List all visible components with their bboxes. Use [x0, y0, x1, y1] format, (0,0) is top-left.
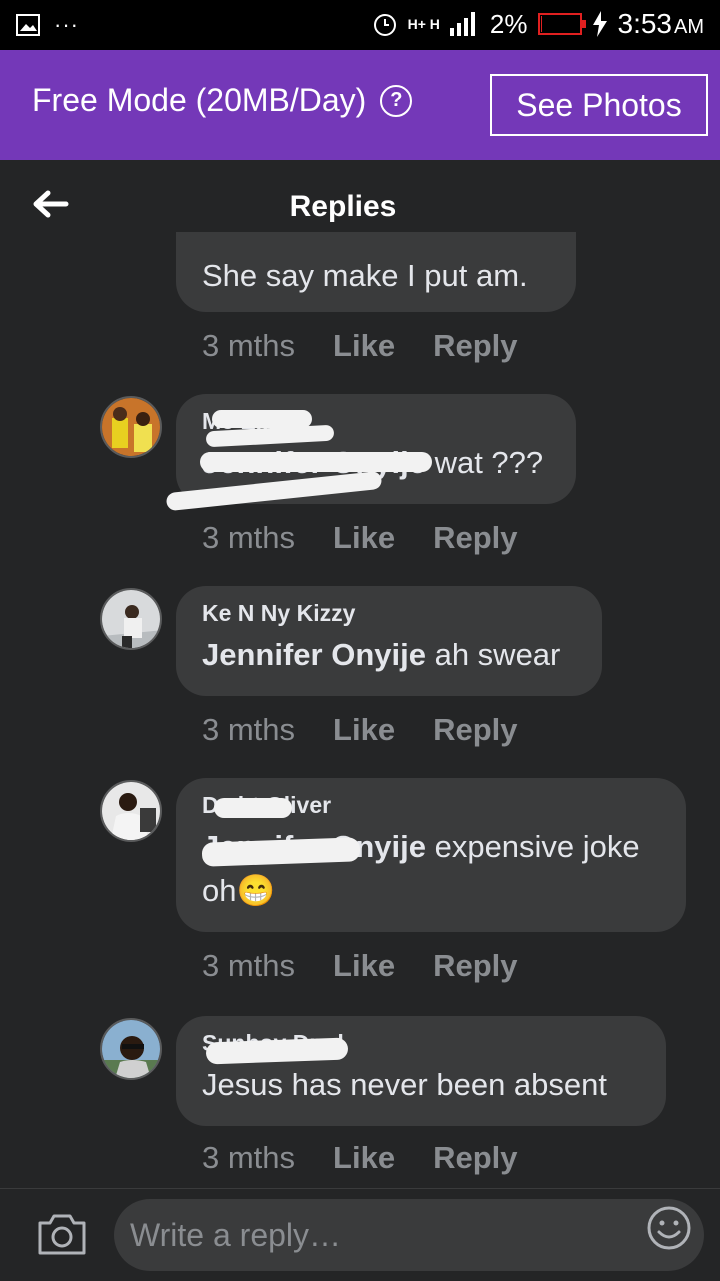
reply-composer: Write a reply… [0, 1188, 720, 1281]
page-title: Replies [289, 190, 397, 223]
battery-percent: 2% [489, 8, 528, 39]
more-icon: ··· [54, 12, 79, 37]
reply-placeholder: Write a reply… [130, 1216, 342, 1253]
see-photos-button[interactable]: See Photos [490, 74, 708, 136]
comment-actions: 3 mths Like Reply [202, 948, 517, 984]
comment-bubble[interactable]: Ke N Ny Kizzy Jennifer Onyije ah swear [176, 586, 602, 696]
redaction-scribble [200, 452, 432, 472]
redaction-scribble [212, 410, 312, 428]
alarm-icon [373, 14, 396, 36]
like-button[interactable]: Like [333, 520, 395, 556]
charging-icon [592, 11, 607, 37]
comment-text: She say make I put am. [202, 258, 528, 293]
comment-time: 3 mths [202, 520, 296, 555]
avatar[interactable] [100, 396, 162, 458]
clock-ampm: AM [674, 16, 704, 38]
like-button[interactable]: Like [333, 712, 395, 748]
reply-input[interactable]: Write a reply… [114, 1199, 704, 1271]
redaction-scribble [214, 798, 292, 818]
free-mode-banner: Free Mode (20MB/Day) ? See Photos [0, 50, 720, 160]
comment-time: 3 mths [202, 948, 296, 983]
battery-fill [540, 16, 542, 32]
status-bar: ··· H+ H 2% 3:53 AM [0, 0, 720, 50]
avatar[interactable] [100, 780, 162, 842]
reply-button[interactable]: Reply [433, 712, 517, 748]
avatar[interactable] [100, 588, 162, 650]
comment-actions: 3 mths Like Reply [202, 712, 517, 748]
comment-actions: 3 mths Like Reply [202, 520, 517, 556]
comment-time: 3 mths [202, 328, 296, 363]
reply-button[interactable]: Reply [433, 1140, 517, 1176]
help-icon[interactable]: ? [380, 84, 413, 117]
like-button[interactable]: Like [333, 1140, 395, 1176]
comment-actions: 3 mths Like Reply [202, 328, 517, 364]
like-button[interactable]: Like [333, 328, 395, 364]
mention-link[interactable]: Jennifer Onyije [202, 637, 426, 672]
reply-button[interactable]: Reply [433, 328, 517, 364]
comment-actions: 3 mths Like Reply [202, 1140, 517, 1176]
comment-bubble[interactable]: She say make I put am. [176, 232, 576, 312]
comment-time: 3 mths [202, 712, 296, 747]
like-button[interactable]: Like [333, 948, 395, 984]
signal-icon: H+ H [407, 16, 440, 32]
battery-icon [537, 13, 586, 35]
comment-text: wat ??? [425, 445, 544, 480]
reply-button[interactable]: Reply [433, 948, 517, 984]
avatar[interactable] [100, 1018, 162, 1080]
emoji-icon[interactable] [646, 1205, 692, 1251]
clock-time: 3:53 [617, 8, 673, 39]
comment-text: Jesus has never been absent [202, 1067, 607, 1102]
comment-bubble[interactable]: Sunboy Dmd Jesus has never been absent [176, 1016, 666, 1126]
comment-text: ah swear [425, 637, 561, 672]
signal-bars-icon [449, 12, 475, 36]
reply-button[interactable]: Reply [433, 520, 517, 556]
camera-icon[interactable] [36, 1211, 88, 1257]
free-mode-label: Free Mode (20MB/Day) [32, 82, 367, 118]
grin-emoji: 😁 [236, 873, 276, 908]
comment-author[interactable]: Ke N Ny Kizzy [202, 600, 576, 627]
gallery-icon [16, 14, 40, 36]
comment-time: 3 mths [202, 1140, 296, 1175]
clock: 3:53 AM [618, 8, 705, 40]
